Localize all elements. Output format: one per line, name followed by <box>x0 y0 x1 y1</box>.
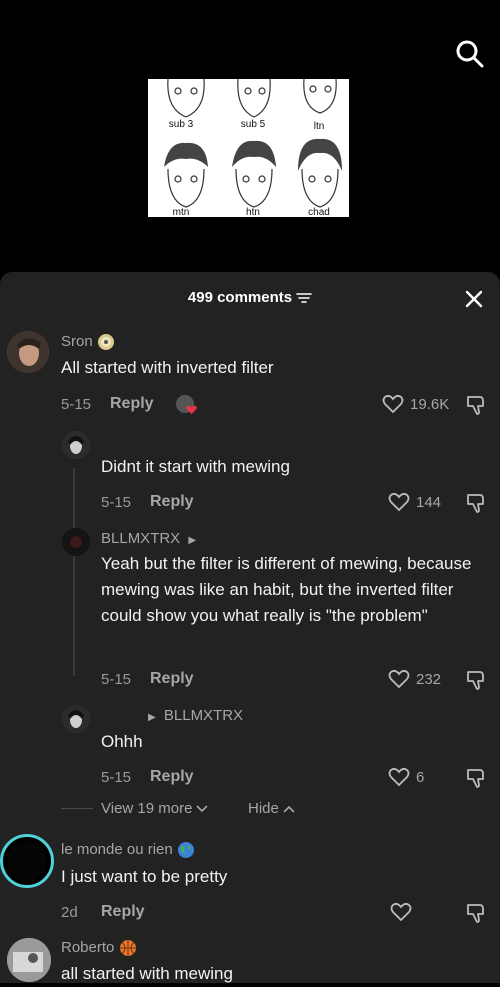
comment-text: Ohhh <box>101 732 143 751</box>
close-icon[interactable] <box>463 288 485 310</box>
comment-username[interactable]: Sron <box>61 333 115 351</box>
dvd-emoji-icon <box>97 333 115 351</box>
globe-emoji-icon <box>177 841 195 859</box>
chevron-down-icon <box>196 804 209 813</box>
avatar[interactable] <box>7 938 51 982</box>
dislike-icon[interactable] <box>465 902 487 924</box>
avatar[interactable] <box>62 431 90 459</box>
comment-date: 2d <box>61 904 78 921</box>
avatar[interactable] <box>62 705 90 733</box>
reply-to-username[interactable]: ▶ BLLMXTRX <box>148 707 243 724</box>
dislike-icon[interactable] <box>465 394 487 416</box>
comment-username[interactable]: BLLMXTRX ▶ <box>101 530 196 547</box>
avatar-with-story-ring[interactable] <box>0 834 54 888</box>
comment-username[interactable]: le monde ou rien <box>61 841 195 859</box>
chevron-up-icon <box>283 805 295 813</box>
comment-text: all started with mewing <box>61 964 233 983</box>
dislike-icon[interactable] <box>465 492 487 514</box>
comment-count: 499 comments <box>187 289 293 306</box>
comment-date: 5-15 <box>101 494 132 511</box>
play-icon: ▶ <box>188 535 197 546</box>
play-icon: ▶ <box>148 712 156 723</box>
comments-header: 499 comments <box>0 289 500 306</box>
reply-button[interactable]: Reply <box>150 670 194 688</box>
view-more-replies-button[interactable]: View 19 more <box>101 800 209 817</box>
heart-icon <box>390 902 412 922</box>
like-button[interactable]: 6 <box>388 767 424 787</box>
liked-heart-icon <box>186 405 197 415</box>
hide-replies-button[interactable]: Hide <box>248 800 295 817</box>
reply-button[interactable]: Reply <box>150 493 194 511</box>
comment-date: 5-15 <box>61 396 92 413</box>
thumb-label: htn <box>246 207 260 217</box>
divider <box>61 808 93 809</box>
sort-filter-icon[interactable] <box>296 291 312 305</box>
comment-username[interactable]: Roberto <box>61 939 137 957</box>
heart-icon <box>388 492 410 512</box>
dislike-icon[interactable] <box>465 767 487 789</box>
comment-text: Yeah but the filter is different of mewi… <box>101 554 472 625</box>
thumb-label: chad <box>308 207 330 217</box>
video-thumbnail[interactable]: sub 3 sub 5 ltn mtn htn chad <box>148 79 349 217</box>
basketball-emoji-icon <box>119 939 137 957</box>
dislike-icon[interactable] <box>465 669 487 691</box>
like-count: 144 <box>416 493 442 511</box>
comment-text: I just want to be pretty <box>61 867 228 886</box>
comment-text: Didnt it start with mewing <box>101 457 290 476</box>
search-icon[interactable] <box>454 38 486 70</box>
heart-icon <box>382 394 404 414</box>
avatar[interactable] <box>62 528 90 556</box>
heart-icon <box>388 669 410 689</box>
heart-icon <box>388 767 410 787</box>
reply-button[interactable]: Reply <box>110 395 154 413</box>
like-count: 232 <box>416 670 442 688</box>
like-button[interactable]: 19.6K <box>382 394 449 414</box>
avatar[interactable] <box>7 331 49 373</box>
thumb-label: mtn <box>172 207 190 217</box>
like-button[interactable] <box>390 902 412 922</box>
reply-button[interactable]: Reply <box>101 903 145 921</box>
like-button[interactable]: 232 <box>388 669 441 689</box>
reply-button[interactable]: Reply <box>150 768 194 786</box>
comment-date: 5-15 <box>101 671 132 688</box>
thumb-label: sub 5 <box>240 119 266 130</box>
like-button[interactable]: 144 <box>388 492 441 512</box>
like-count: 19.6K <box>410 395 450 413</box>
thumb-label: sub 3 <box>168 119 194 130</box>
comment-date: 5-15 <box>101 769 132 786</box>
thread-line <box>73 468 75 676</box>
comment-text: All started with inverted filter <box>61 358 274 377</box>
like-count: 6 <box>416 768 425 786</box>
thumb-label: ltn <box>313 121 325 132</box>
